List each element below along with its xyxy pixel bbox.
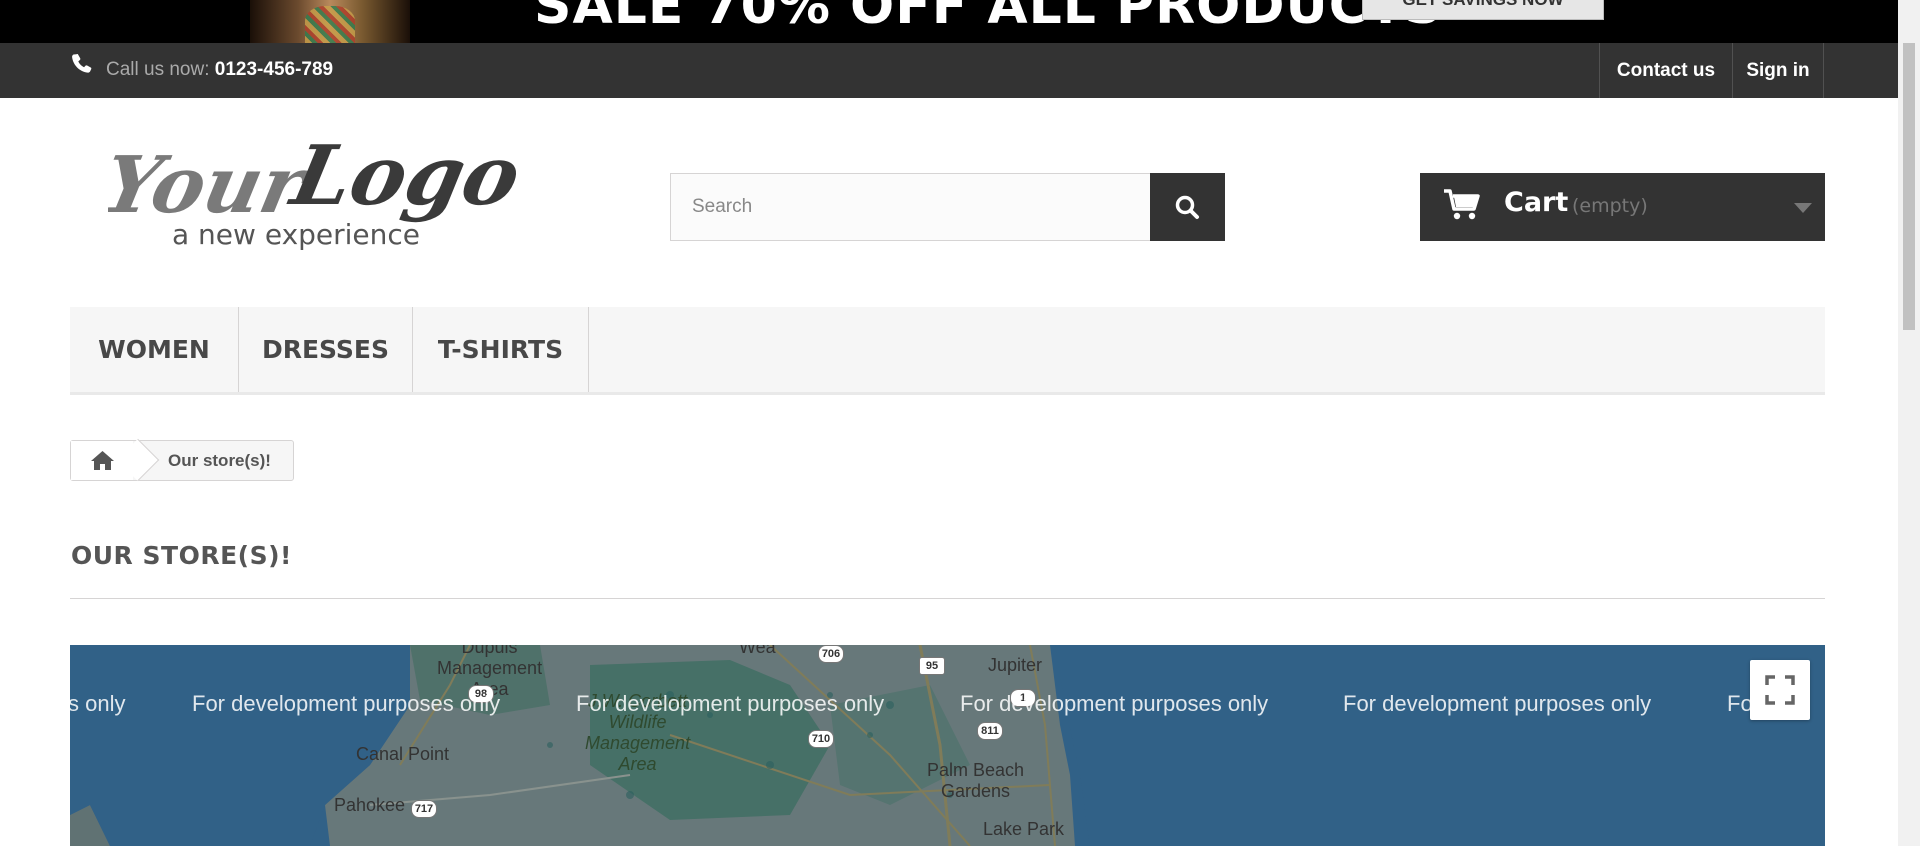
- breadcrumb-home-link[interactable]: [71, 441, 133, 480]
- route-shield-717: 717: [411, 800, 437, 818]
- contact-us-link[interactable]: Contact us: [1599, 43, 1732, 98]
- cart-button[interactable]: Cart (empty): [1420, 173, 1825, 241]
- svg-text:Logo: Logo: [282, 130, 529, 224]
- search-icon: [1175, 195, 1199, 219]
- home-icon: [91, 451, 114, 470]
- map-label-wea: Wea: [739, 645, 776, 657]
- route-shield-811: 811: [977, 722, 1003, 740]
- search-input[interactable]: Search: [670, 173, 1151, 241]
- map-label-pahokee: Pahokee: [334, 795, 406, 815]
- map-label-palm-beach-gardens: Palm Beach Gardens: [927, 760, 1024, 802]
- scrollbar-thumb[interactable]: [1903, 43, 1915, 330]
- breadcrumb-current: Our store(s)!: [168, 451, 271, 470]
- banner-savings-button[interactable]: GET SAVINGS NOW: [1362, 0, 1604, 20]
- page-title: OUR STORE(S)!: [71, 541, 292, 570]
- route-shield-95: 95: [919, 657, 945, 675]
- map-label-canal-point: Canal Point: [356, 744, 450, 764]
- cart-dropdown-chevron-icon[interactable]: [1794, 203, 1812, 213]
- phone-icon: [72, 54, 92, 73]
- breadcrumb: Our store(s)!: [70, 438, 294, 482]
- page: SALE 70% OFF ALL PRODUCTS GET SAVINGS NO…: [0, 0, 1920, 846]
- promo-banner[interactable]: SALE 70% OFF ALL PRODUCTS GET SAVINGS NO…: [0, 0, 1898, 43]
- call-prefix: Call us now:: [106, 59, 210, 80]
- cart-status: (empty): [1572, 195, 1648, 217]
- map-label-lake-park: Lake Park: [983, 819, 1065, 839]
- shopping-cart-icon: [1444, 189, 1480, 220]
- banner-text: SALE 70% OFF ALL PRODUCTS: [534, 0, 1443, 36]
- map-watermark-fragment-left: s only: [70, 691, 126, 716]
- menu-item-women[interactable]: WOMEN: [70, 307, 239, 392]
- call-us-text: Call us now: 0123-456-789: [106, 59, 333, 81]
- sign-in-link[interactable]: Sign in: [1732, 43, 1824, 98]
- map-watermark: For development purposes only: [192, 691, 501, 716]
- menu-item-t-shirts[interactable]: T-SHIRTS: [413, 307, 589, 392]
- map-label-jupiter: Jupiter: [988, 655, 1043, 675]
- store-map[interactable]: Dupuis Management Area Wea Canal Point P…: [70, 645, 1825, 846]
- phone-number: 0123-456-789: [214, 59, 334, 80]
- map-label-palm-beach-gardens-text: Palm Beach Gardens: [927, 760, 1025, 801]
- page-scrollbar[interactable]: [1898, 0, 1920, 846]
- top-nav-bar: Call us now: 0123-456-789 Contact us Sig…: [0, 43, 1898, 98]
- main-menu: WOMEN DRESSES T-SHIRTS: [70, 307, 1825, 395]
- search-button[interactable]: [1150, 173, 1225, 241]
- store-logo[interactable]: Your Logo a new experience: [108, 130, 538, 260]
- map-fullscreen-button[interactable]: [1750, 660, 1810, 720]
- title-divider: [70, 598, 1825, 599]
- map-watermark: For development purposes only: [1343, 691, 1652, 716]
- map-watermark: For development purposes only: [576, 691, 885, 716]
- fullscreen-icon: [1765, 675, 1795, 705]
- menu-item-dresses[interactable]: DRESSES: [239, 307, 413, 392]
- banner-model-image: [250, 0, 410, 43]
- cart-label: Cart: [1504, 187, 1569, 218]
- route-shield-706: 706: [818, 645, 844, 663]
- route-shield-710: 710: [808, 730, 834, 748]
- map-watermark: For development purposes only: [960, 691, 1269, 716]
- svg-text:a new experience: a new experience: [172, 218, 420, 251]
